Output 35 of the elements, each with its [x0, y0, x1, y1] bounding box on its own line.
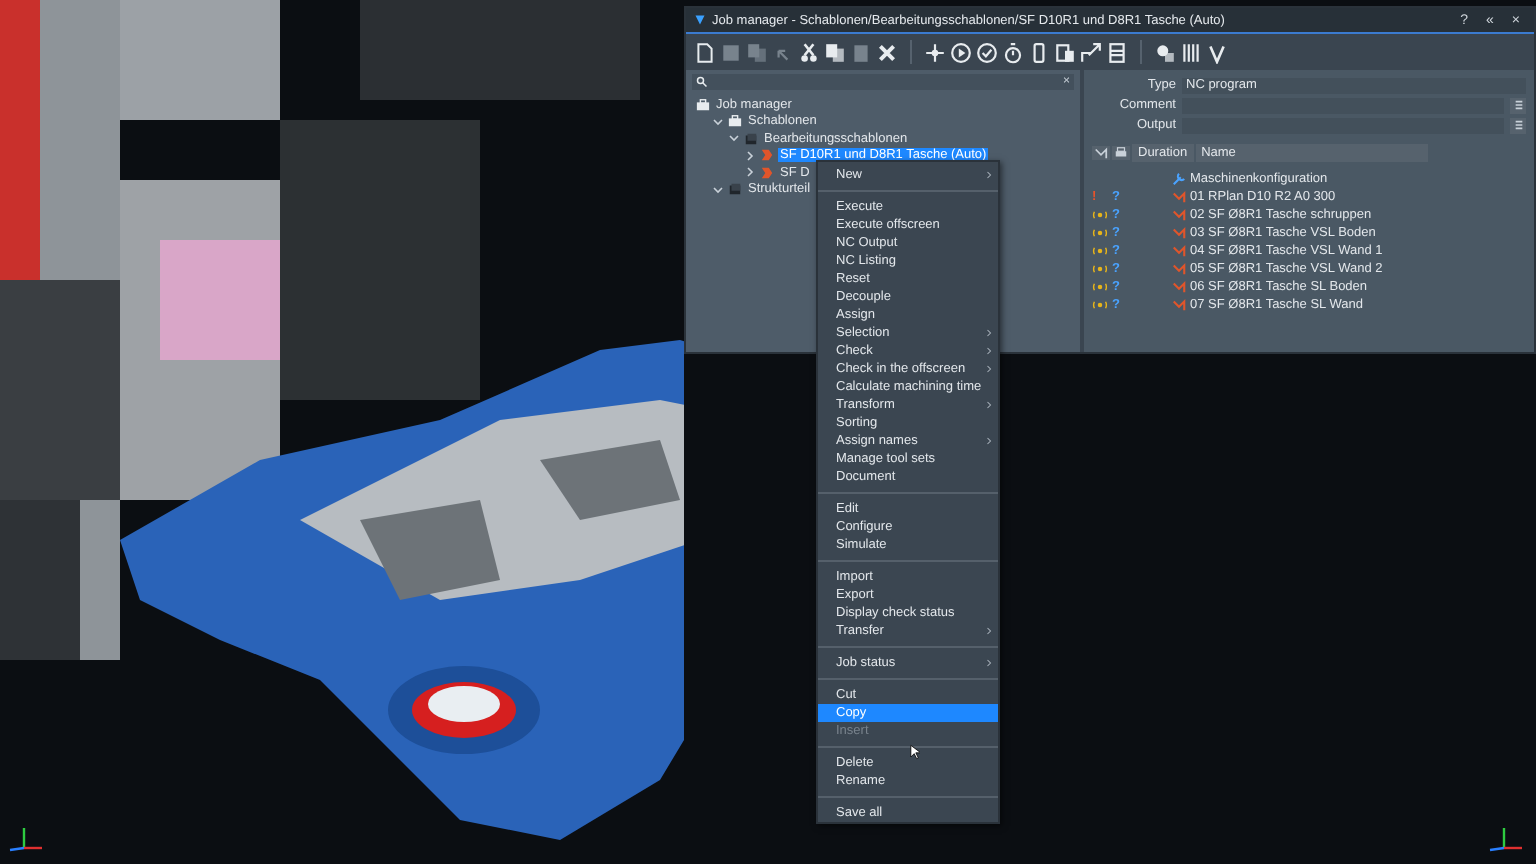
app-icon [694, 14, 706, 26]
printer-icon [1112, 146, 1130, 160]
briefcase-icon [696, 97, 710, 112]
search-icon [696, 76, 708, 88]
signal-icon [1092, 227, 1108, 237]
briefcase-icon [728, 114, 742, 129]
signal-icon [1092, 245, 1108, 255]
toolbar-button[interactable] [950, 41, 972, 63]
toolbar-button[interactable] [694, 41, 716, 63]
tool-icon [1092, 146, 1110, 160]
stack-icon [744, 131, 758, 146]
mouse-pointer-icon [910, 744, 920, 760]
toolbar-button[interactable] [1028, 41, 1050, 63]
browse-button[interactable] [1510, 117, 1526, 133]
toolbar-button[interactable] [924, 41, 946, 63]
toolbar-button[interactable] [1106, 41, 1128, 63]
signal-icon [1092, 281, 1108, 291]
axis-triad-icon [4, 824, 44, 852]
toolbar-button[interactable] [1206, 41, 1228, 63]
toolbar-button[interactable] [1054, 41, 1076, 63]
signal-icon [1092, 209, 1108, 219]
toolbar-button[interactable] [824, 41, 846, 63]
toolbar-button[interactable] [1154, 41, 1176, 63]
browse-button[interactable] [1510, 97, 1526, 113]
toolbar-button[interactable] [876, 41, 898, 63]
toolbar-button[interactable] [798, 41, 820, 63]
signal-icon [1092, 263, 1108, 273]
toolbar-button[interactable] [1180, 41, 1202, 63]
axis-triad-icon [1484, 824, 1524, 852]
toolbar-button[interactable] [1002, 41, 1024, 63]
signal-icon [1092, 299, 1108, 309]
wrench-icon [1172, 171, 1186, 185]
toolbar-button[interactable] [976, 41, 998, 63]
toolbar-button[interactable] [1080, 41, 1102, 63]
stack-icon [728, 182, 742, 197]
